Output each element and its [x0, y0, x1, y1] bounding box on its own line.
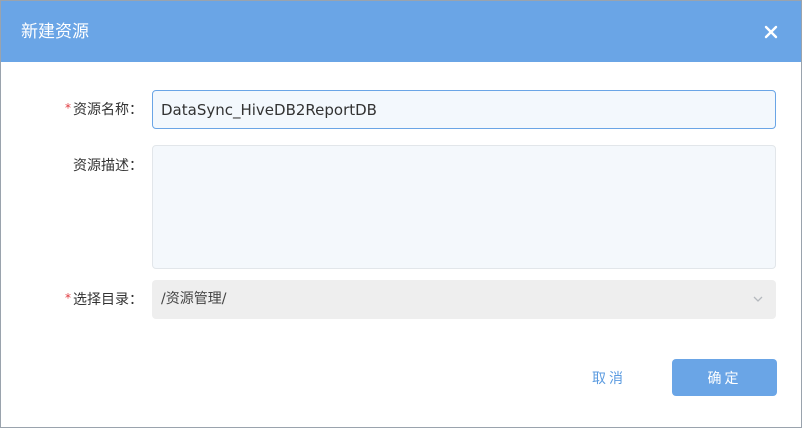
resource-name-label: * 资源名称： — [65, 101, 143, 119]
directory-select[interactable]: /资源管理/ — [152, 280, 776, 319]
resource-description-textarea[interactable] — [152, 145, 776, 269]
required-mark: * — [65, 101, 71, 115]
chevron-down-icon — [753, 296, 763, 302]
close-button[interactable] — [760, 21, 782, 43]
required-mark: * — [65, 291, 71, 305]
close-icon — [764, 25, 778, 39]
resource-description-label-text: 资源描述： — [73, 158, 143, 174]
cancel-button[interactable]: 取消 — [569, 359, 649, 396]
directory-label: * 选择目录： — [65, 291, 143, 309]
directory-label-text: 选择目录： — [73, 292, 143, 308]
directory-selected-value: /资源管理/ — [161, 291, 227, 307]
resource-description-label: 资源描述： — [73, 157, 143, 175]
dialog-title: 新建资源 — [21, 22, 89, 42]
confirm-button[interactable]: 确定 — [672, 359, 777, 396]
new-resource-dialog: 新建资源 *资源名称： 资源描述： *选择目录： /资源管理/ 取消 确定 — [0, 0, 802, 428]
resource-name-label-text: 资源名称： — [73, 102, 143, 118]
resource-name-input[interactable] — [152, 90, 776, 129]
dialog-titlebar: 新建资源 — [1, 1, 801, 62]
